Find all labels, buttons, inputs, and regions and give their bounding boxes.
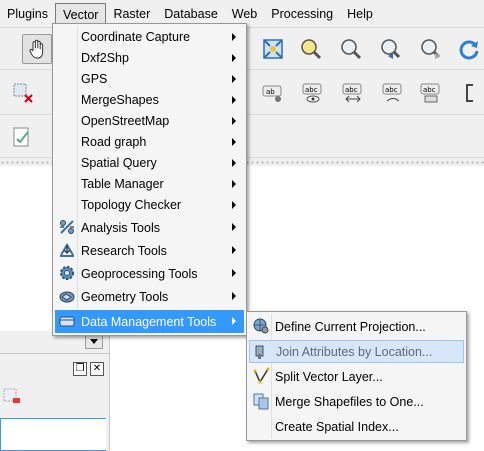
submenu-arrow-icon: [232, 223, 236, 231]
data-management-tools-icon: [59, 316, 75, 327]
layer-list[interactable]: [0, 418, 106, 451]
pan-hand-icon[interactable]: [22, 34, 52, 64]
menu-item-label: Split Vector Layer...: [275, 369, 383, 384]
menu-processing[interactable]: Processing: [264, 3, 340, 25]
menu-database[interactable]: Database: [157, 3, 225, 25]
projection-globe-icon: [253, 318, 269, 334]
submenu-arrow-icon: [232, 201, 236, 209]
menu-item-label: Merge Shapefiles to One...: [275, 394, 424, 409]
join-attributes-icon: [255, 345, 264, 359]
submenu-arrow-icon: [232, 96, 236, 104]
deselect-icon[interactable]: [8, 78, 38, 108]
menu-item-create-spatial-index[interactable]: Create Spatial Index...: [249, 415, 464, 438]
checked-layer-icon[interactable]: [8, 122, 38, 152]
menu-item-label: Geometry Tools: [81, 289, 169, 304]
menu-item-table-manager[interactable]: Table Manager: [55, 173, 244, 194]
menu-item-geoprocessing-tools[interactable]: Geoprocessing Tools: [55, 262, 244, 285]
submenu-arrow-icon: [232, 138, 236, 146]
menu-item-analysis-tools[interactable]: Analysis Tools: [55, 216, 244, 239]
menu-vector[interactable]: Vector: [55, 2, 107, 25]
svg-text:ab: ab: [266, 88, 275, 96]
menu-item-label: MergeShapes: [81, 92, 159, 107]
menu-raster[interactable]: Raster: [106, 3, 157, 25]
menu-item-gps[interactable]: GPS: [55, 68, 244, 89]
menu-item-label: Create Spatial Index...: [275, 419, 399, 434]
menu-plugins[interactable]: Plugins: [0, 3, 55, 25]
zoom-last-icon[interactable]: [376, 34, 406, 64]
menu-item-split-vector-layer[interactable]: Split Vector Layer...: [249, 365, 464, 388]
menu-item-label: GPS: [81, 71, 108, 86]
menu-item-label: Dxf2Shp: [81, 50, 129, 65]
bracket-icon[interactable]: [458, 78, 484, 108]
analysis-tools-icon: [60, 220, 74, 234]
submenu-arrow-icon: [232, 292, 236, 300]
label-rotate-icon[interactable]: abc: [378, 78, 408, 108]
remove-layer-icon[interactable]: [2, 386, 22, 409]
submenu-arrow-icon: [232, 54, 236, 62]
dock-close-icon[interactable]: ✕: [90, 362, 104, 376]
menu-item-label: Data Management Tools: [81, 314, 217, 329]
data-management-submenu: Define Current Projection... Join Attrib…: [246, 311, 467, 441]
menu-item-merge-shapefiles[interactable]: Merge Shapefiles to One...: [249, 390, 464, 413]
label-move-icon[interactable]: abc: [338, 78, 368, 108]
menu-item-dxf2shp[interactable]: Dxf2Shp: [55, 47, 244, 68]
menu-item-mergeshapes[interactable]: MergeShapes: [55, 89, 244, 110]
zoom-layer-icon[interactable]: [296, 34, 326, 64]
research-tools-icon: [60, 243, 74, 257]
menu-item-label: Define Current Projection...: [275, 319, 426, 334]
menu-item-openstreetmap[interactable]: OpenStreetMap: [55, 110, 244, 131]
dock-separator: [0, 353, 110, 354]
dock-float-icon[interactable]: ❐: [73, 362, 87, 376]
menu-item-topology-checker[interactable]: Topology Checker: [55, 194, 244, 215]
submenu-arrow-icon: [232, 33, 236, 41]
zoom-full-icon[interactable]: [258, 34, 288, 64]
menu-item-label: Road graph: [81, 134, 147, 149]
menu-item-geometry-tools[interactable]: Geometry Tools: [55, 285, 244, 308]
menu-item-label: Coordinate Capture: [81, 29, 191, 44]
menu-item-label: Join Attributes by Location...: [276, 344, 433, 359]
geometry-tools-icon: [59, 291, 75, 303]
submenu-arrow-icon: [232, 269, 236, 277]
label-pin-icon[interactable]: ab: [258, 78, 288, 108]
submenu-arrow-icon: [232, 180, 236, 188]
menu-item-label: Topology Checker: [81, 197, 182, 212]
submenu-arrow-icon: [232, 117, 236, 125]
zoom-next-icon[interactable]: [416, 34, 446, 64]
label-show-icon[interactable]: abc: [298, 78, 328, 108]
menu-item-label: Table Manager: [81, 176, 164, 191]
submenu-arrow-icon: [232, 317, 236, 325]
refresh-icon[interactable]: [454, 34, 484, 64]
menu-item-label: Research Tools: [81, 243, 167, 258]
menu-web[interactable]: Web: [225, 3, 264, 25]
menu-item-road-graph[interactable]: Road graph: [55, 131, 244, 152]
submenu-arrow-icon: [232, 246, 236, 254]
menu-item-coordinate-capture[interactable]: Coordinate Capture: [55, 26, 244, 47]
submenu-arrow-icon: [232, 159, 236, 167]
submenu-arrow-icon: [232, 75, 236, 83]
vector-menu: Coordinate Capture Dxf2Shp GPS MergeShap…: [52, 23, 247, 336]
svg-text:abc: abc: [423, 86, 436, 94]
merge-shapefiles-icon: [253, 393, 269, 410]
menu-item-data-management-tools[interactable]: Data Management Tools: [55, 310, 244, 333]
label-change-icon[interactable]: abc: [416, 78, 446, 108]
menu-item-join-attributes[interactable]: Join Attributes by Location...: [249, 340, 464, 363]
split-layer-icon: [253, 367, 270, 384]
menu-item-research-tools[interactable]: Research Tools: [55, 239, 244, 262]
svg-text:abc: abc: [385, 86, 398, 94]
menu-item-label: Analysis Tools: [81, 220, 160, 235]
zoom-selection-icon[interactable]: [336, 34, 366, 64]
menu-item-spatial-query[interactable]: Spatial Query: [55, 152, 244, 173]
svg-text:abc: abc: [305, 86, 318, 94]
menu-item-define-projection[interactable]: Define Current Projection...: [249, 315, 464, 338]
menu-item-label: OpenStreetMap: [81, 113, 170, 128]
svg-text:abc: abc: [345, 86, 358, 94]
menu-item-label: Geoprocessing Tools: [81, 266, 198, 281]
menu-help[interactable]: Help: [340, 3, 380, 25]
geoprocessing-gear-icon: [60, 266, 74, 280]
menu-item-label: Spatial Query: [81, 155, 157, 170]
